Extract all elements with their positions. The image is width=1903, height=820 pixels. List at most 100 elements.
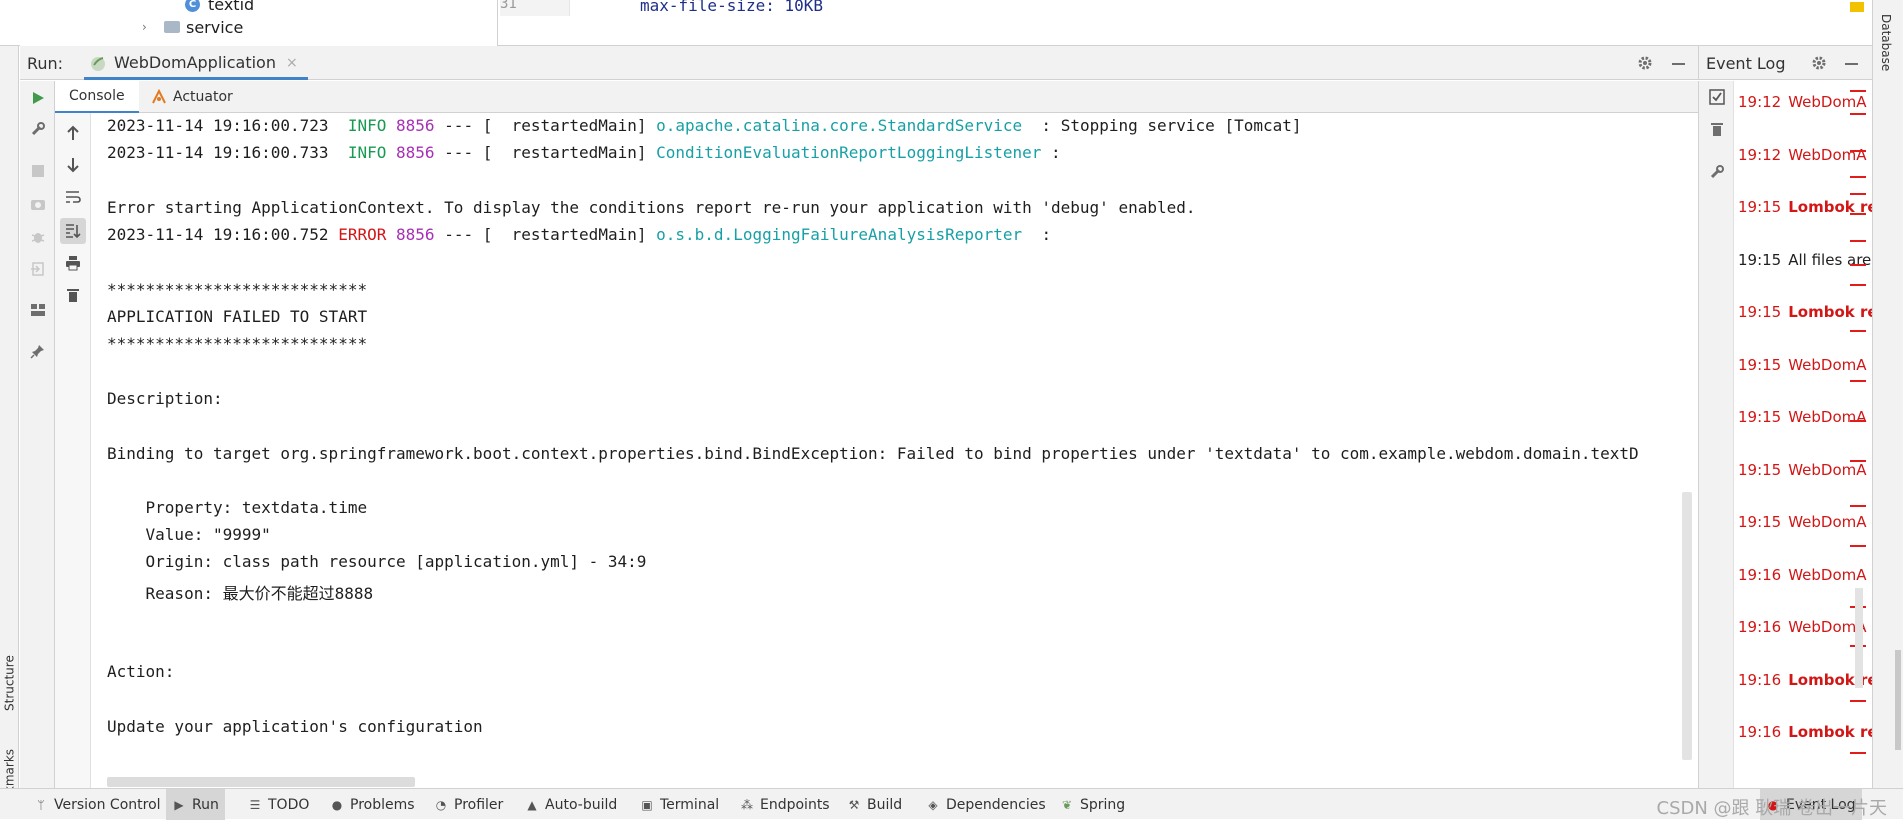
error-marker bbox=[1850, 700, 1866, 702]
event-entry[interactable]: 19:16 WebDomA bbox=[1738, 618, 1867, 636]
scroll-to-end-icon[interactable] bbox=[60, 218, 86, 244]
stars-line: *************************** bbox=[107, 334, 368, 353]
tab-label: Console bbox=[69, 88, 125, 104]
event-entry[interactable]: 19:15 All files are bbox=[1738, 251, 1871, 269]
spring-boot-icon bbox=[91, 56, 105, 71]
stop-icon[interactable] bbox=[28, 161, 48, 181]
arrow-down-icon[interactable] bbox=[63, 155, 83, 175]
gear-icon[interactable] bbox=[1637, 55, 1653, 71]
error-marker bbox=[1850, 213, 1866, 215]
gear-icon[interactable] bbox=[1811, 55, 1827, 71]
tree-item-label: service bbox=[186, 17, 244, 37]
tree-item-service[interactable]: › service bbox=[142, 15, 243, 39]
event-log-actions bbox=[1698, 81, 1734, 788]
actuator-icon bbox=[152, 89, 166, 104]
terminal-icon: ▣ bbox=[641, 797, 653, 812]
layout-icon[interactable] bbox=[28, 300, 48, 320]
profiler-icon: ◔ bbox=[435, 797, 447, 812]
wrench-icon[interactable] bbox=[28, 119, 48, 139]
event-entry[interactable]: 19:15 WebDomA bbox=[1738, 408, 1867, 426]
structure-label: Structure bbox=[2, 655, 17, 711]
pin-icon[interactable] bbox=[28, 341, 48, 361]
event-entry[interactable]: 19:16 WebDomA bbox=[1738, 566, 1867, 584]
wrench-icon[interactable] bbox=[1707, 162, 1727, 182]
tree-item-label: textid bbox=[208, 0, 255, 14]
tool-todo[interactable]: ☰ TODO bbox=[242, 789, 315, 820]
camera-icon[interactable] bbox=[28, 194, 48, 214]
right-scrollbar[interactable] bbox=[1895, 650, 1901, 750]
tool-endpoints[interactable]: ⁂ Endpoints bbox=[734, 789, 836, 820]
tool-label: Build bbox=[867, 796, 903, 813]
run-config-tab[interactable]: WebDomApplication × bbox=[84, 48, 308, 80]
folder-icon bbox=[164, 21, 180, 33]
tool-label: Run bbox=[192, 796, 219, 813]
failed-heading: APPLICATION FAILED TO START bbox=[107, 307, 368, 326]
error-marker bbox=[1850, 330, 1866, 332]
branch-icon: ᛘ bbox=[37, 797, 45, 812]
problems-icon: ● bbox=[331, 797, 343, 812]
debug-icon[interactable] bbox=[28, 227, 48, 247]
layers-icon: ◈ bbox=[928, 797, 938, 812]
trash-icon[interactable] bbox=[63, 285, 83, 305]
run-actions-toolbar bbox=[20, 81, 55, 788]
log-line: 2023-11-14 19:16:00.752 ERROR 8856 --- [… bbox=[107, 225, 1052, 244]
watermark: CSDN @跟 耿瑞 卷出一片天 bbox=[1656, 798, 1887, 819]
error-marker bbox=[1850, 284, 1866, 286]
error-marker bbox=[1850, 545, 1866, 547]
error-marker bbox=[1850, 505, 1866, 507]
console-output[interactable]: 2023-11-14 19:16:00.723 INFO 8856 --- [ … bbox=[92, 114, 1698, 788]
log-line: 2023-11-14 19:16:00.723 INFO 8856 --- [ … bbox=[107, 116, 1302, 135]
tool-profiler[interactable]: ◔ Profiler bbox=[428, 789, 509, 820]
tool-spring[interactable]: ❦ Spring bbox=[1054, 789, 1131, 820]
status-bar: ᛘ Version Control ▶ Run ☰ TODO ● Problems ◔ P… bbox=[0, 788, 1903, 820]
close-icon[interactable]: × bbox=[286, 55, 298, 71]
tool-version-control[interactable]: ᛘ Version Control bbox=[28, 789, 167, 820]
exit-icon[interactable] bbox=[28, 259, 48, 279]
tool-dependencies[interactable]: ◈ Dependencies bbox=[920, 789, 1052, 820]
event-entry[interactable]: 19:15 WebDomA bbox=[1738, 356, 1867, 374]
soft-wrap-icon[interactable] bbox=[63, 187, 83, 207]
editor-code-line[interactable]: max-file-size: 10KB bbox=[640, 0, 823, 15]
tool-problems[interactable]: ● Problems bbox=[324, 789, 421, 820]
vertical-scrollbar[interactable] bbox=[1682, 492, 1692, 760]
structure-tab[interactable]: Structure bbox=[0, 621, 19, 711]
tab-console[interactable]: Console bbox=[55, 81, 139, 113]
value-line: Value: "9999" bbox=[107, 525, 271, 544]
run-tab-title: WebDomApplication bbox=[114, 53, 276, 72]
tool-build[interactable]: ⚒ Build bbox=[841, 789, 908, 820]
tab-actuator[interactable]: Actuator bbox=[137, 81, 247, 113]
arrow-up-icon[interactable] bbox=[63, 123, 83, 143]
stars-line: *************************** bbox=[107, 280, 368, 299]
event-entry[interactable]: 19:12 WebDomA bbox=[1738, 146, 1867, 164]
chevron-right-icon[interactable]: › bbox=[142, 20, 154, 34]
tool-label: TODO bbox=[268, 796, 310, 813]
trash-icon[interactable] bbox=[1707, 119, 1727, 139]
list-icon: ☰ bbox=[249, 797, 261, 812]
mark-read-icon[interactable] bbox=[1707, 87, 1727, 107]
minimize-icon[interactable] bbox=[1845, 63, 1858, 65]
horizontal-scrollbar[interactable] bbox=[107, 777, 415, 787]
line-number: 31 bbox=[500, 0, 517, 12]
tree-item-textid[interactable]: C textid bbox=[185, 0, 254, 16]
event-entry[interactable]: 19:15 Lombok re bbox=[1738, 303, 1872, 321]
tool-label: Auto-build bbox=[545, 796, 618, 813]
spring-icon: ❦ bbox=[1061, 797, 1073, 812]
error-marker bbox=[1850, 193, 1866, 195]
minimize-icon[interactable] bbox=[1672, 63, 1685, 65]
event-entry[interactable]: 19:16 Lombok re bbox=[1738, 671, 1872, 689]
rerun-icon[interactable] bbox=[28, 88, 48, 108]
event-log-list[interactable]: 19:12 WebDomA 19:12 WebDomA 19:15 Lombok re… bbox=[1734, 81, 1872, 788]
error-start-line: Error starting ApplicationContext. To di… bbox=[107, 198, 1196, 217]
tool-label: Problems bbox=[350, 796, 415, 813]
tool-run[interactable]: ▶ Run bbox=[166, 789, 225, 820]
event-entry[interactable]: 19:15 WebDomA bbox=[1738, 513, 1867, 531]
reason-line: Reason: 最大价不能超过8888 bbox=[107, 584, 374, 603]
print-icon[interactable] bbox=[63, 253, 83, 273]
event-entry[interactable]: 19:15 WebDomA bbox=[1738, 461, 1867, 479]
event-entry[interactable]: 19:12 WebDomA bbox=[1738, 93, 1867, 111]
tool-terminal[interactable]: ▣ Terminal bbox=[634, 789, 725, 820]
database-tab[interactable]: Database bbox=[1879, 14, 1893, 71]
event-entry[interactable]: 19:16 Lombok re bbox=[1738, 723, 1872, 741]
tool-auto-build[interactable]: ▲ Auto-build bbox=[519, 789, 623, 820]
event-log-scrollbar[interactable] bbox=[1855, 588, 1863, 688]
